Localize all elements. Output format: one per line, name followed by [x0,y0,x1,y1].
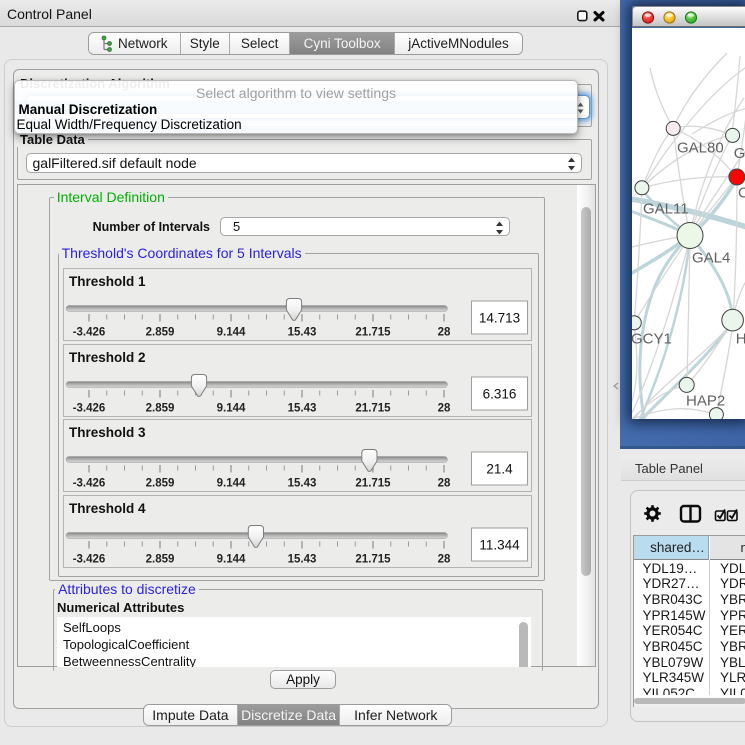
svg-text:Threshold 3: Threshold 3 [69,425,146,440]
svg-text:GAL4: GAL4 [692,249,730,266]
svg-text:-3.426: -3.426 [73,553,106,565]
svg-text:15.43: 15.43 [288,553,317,565]
svg-text:GAL80: GAL80 [677,139,724,156]
svg-text:21.715: 21.715 [355,553,391,565]
svg-text:HAP2: HAP2 [686,392,725,409]
svg-text:9.144: 9.144 [217,553,246,565]
svg-text:21.715: 21.715 [355,402,391,414]
svg-text:Threshold 4: Threshold 4 [69,501,146,516]
svg-text:9.144: 9.144 [217,327,246,339]
svg-text:-3.426: -3.426 [73,402,106,414]
svg-text:GCY1: GCY1 [632,330,672,347]
svg-text:15.43: 15.43 [288,478,317,490]
svg-text:11.344: 11.344 [479,537,520,552]
svg-text:Threshold 2: Threshold 2 [69,350,146,365]
svg-text:28: 28 [438,553,451,565]
svg-text:21.715: 21.715 [355,478,391,490]
svg-text:C: C [738,184,745,201]
svg-text:9.144: 9.144 [217,478,246,490]
svg-text:28: 28 [438,402,451,414]
svg-text:2.859: 2.859 [146,402,175,414]
svg-text:14.713: 14.713 [479,311,520,326]
svg-text:2.859: 2.859 [146,553,175,565]
svg-text:-3.426: -3.426 [73,327,106,339]
svg-text:21.4: 21.4 [486,462,513,477]
svg-text:15.43: 15.43 [288,402,317,414]
svg-text:2.859: 2.859 [146,478,175,490]
svg-text:28: 28 [438,478,451,490]
svg-text:HA: HA [736,330,745,347]
svg-text:GAL11: GAL11 [643,200,689,217]
svg-text:Threshold 1: Threshold 1 [69,274,146,289]
svg-text:6.316: 6.316 [483,386,517,401]
svg-text:-3.426: -3.426 [73,478,106,490]
svg-text:21.715: 21.715 [355,327,391,339]
svg-text:9.144: 9.144 [217,402,246,414]
svg-text:GA: GA [734,145,745,162]
svg-text:2.859: 2.859 [146,327,175,339]
svg-text:15.43: 15.43 [288,327,317,339]
svg-text:28: 28 [438,327,451,339]
